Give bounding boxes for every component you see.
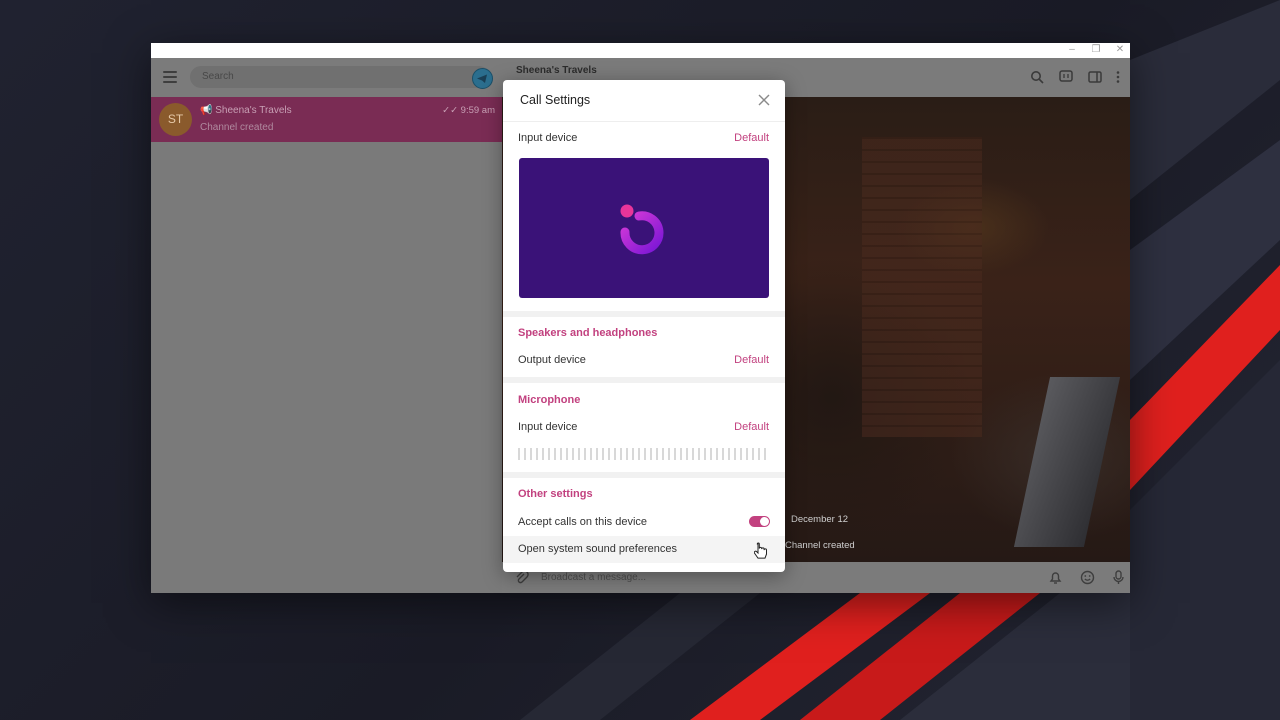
- mic-input-value[interactable]: Default: [734, 421, 769, 433]
- accept-calls-label[interactable]: Accept calls on this device: [518, 516, 647, 528]
- minimize-button[interactable]: –: [1061, 43, 1083, 58]
- camera-preview: [519, 158, 769, 298]
- camera-input-label[interactable]: Input device: [518, 132, 577, 144]
- close-window-button[interactable]: ✕: [1109, 43, 1130, 58]
- microphone-section-title: Microphone: [518, 394, 581, 406]
- mic-input-label[interactable]: Input device: [518, 421, 577, 433]
- camera-input-value[interactable]: Default: [734, 132, 769, 144]
- output-device-value[interactable]: Default: [734, 354, 769, 366]
- hand-cursor-icon: [754, 542, 767, 559]
- mic-level-meter: [518, 448, 770, 460]
- speakers-section-title: Speakers and headphones: [518, 327, 658, 339]
- accept-calls-toggle[interactable]: [749, 516, 770, 527]
- other-settings-section-title: Other settings: [518, 488, 593, 500]
- open-sound-preferences-label: Open system sound preferences: [518, 543, 677, 555]
- restore-button[interactable]: ❐: [1085, 43, 1107, 58]
- title-bar: – ❐ ✕: [151, 43, 1130, 58]
- call-settings-dialog: Call Settings Input device Default Speak…: [503, 80, 785, 572]
- toggle-knob: [760, 517, 769, 526]
- loading-spinner-icon: [620, 204, 664, 255]
- dialog-header: Call Settings: [503, 80, 785, 122]
- dialog-title: Call Settings: [520, 93, 591, 107]
- output-device-label[interactable]: Output device: [518, 354, 586, 366]
- close-icon[interactable]: [757, 93, 771, 107]
